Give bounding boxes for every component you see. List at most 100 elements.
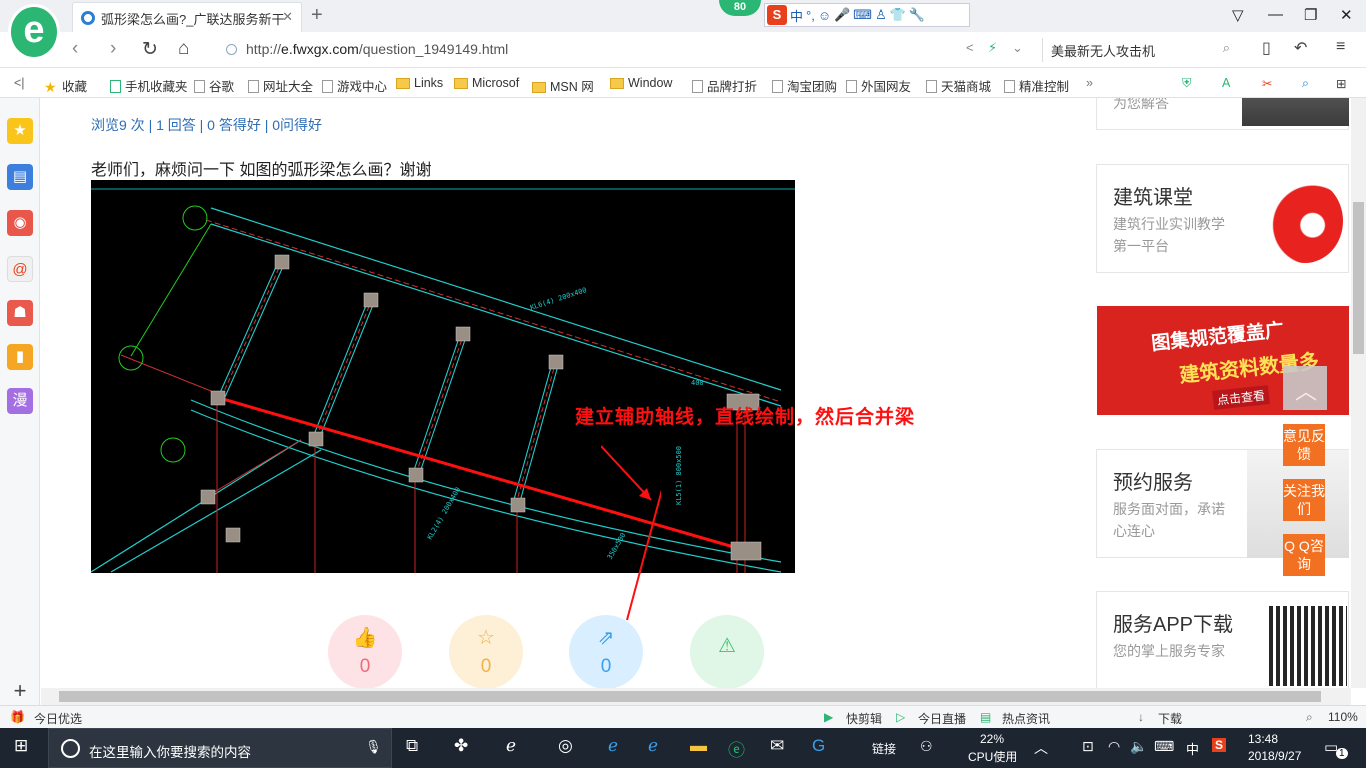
status-news[interactable]: 热点资讯 (1002, 710, 1050, 727)
magnifier-icon[interactable]: ⌕ (1302, 76, 1309, 91)
undo-icon[interactable]: ↶ (1294, 38, 1307, 58)
links-toolbar[interactable]: 链接 (872, 740, 896, 757)
translate-icon[interactable]: A (1222, 76, 1230, 90)
clock-date[interactable]: 2018/9/27 (1248, 749, 1301, 763)
question-stats[interactable]: 浏览9 次 | 1 回答 | 0 答得好 | 0问得好 (91, 115, 322, 135)
zoom-icon[interactable]: ⌕ (1306, 710, 1313, 725)
bookmark-item[interactable]: 手机收藏夹 (110, 76, 188, 95)
search-icon[interactable]: ⌕ (1223, 40, 1230, 56)
share-button[interactable]: ⇗ 0 (569, 615, 643, 688)
add-sidebar-icon[interactable]: + (7, 678, 33, 704)
bookmark-collapse-icon[interactable]: <| (14, 76, 25, 90)
bookmark-item[interactable]: Links (396, 76, 443, 90)
news-hot-icon[interactable]: ▤ (980, 710, 991, 724)
horizontal-scroll-thumb[interactable] (59, 691, 1321, 702)
windows-start-icon[interactable]: ⊞ (14, 736, 28, 756)
file-explorer-icon[interactable]: ▬ (690, 736, 707, 756)
favorites-star-icon[interactable]: ★ (7, 118, 33, 144)
like-button[interactable]: 👍 0 (328, 615, 402, 688)
cortana-icon[interactable] (61, 739, 80, 758)
phone-icon[interactable]: ▯ (1262, 38, 1271, 58)
bookmark-item[interactable]: ★ 收藏 (44, 76, 87, 95)
bookmark-item[interactable]: 天猫商城 (926, 76, 991, 95)
news-icon[interactable]: ▤ (7, 164, 33, 190)
minimize-button[interactable]: — (1268, 6, 1283, 23)
user-icon[interactable]: ♙ (875, 7, 887, 23)
tray-ime[interactable]: 中 (1186, 739, 1199, 758)
ime-lang[interactable]: 中 (790, 6, 803, 25)
bookmark-item[interactable]: MSN 网 (532, 76, 594, 95)
favorite-button[interactable]: ☆ 0 (449, 615, 523, 688)
cad-drawing-image[interactable]: KL6(4) 200x400 400 KL5(1) 800x500 KL2(4)… (91, 180, 795, 573)
task-view-icon[interactable]: ⧉ (406, 736, 418, 756)
network-device-icon[interactable]: ⊡ (1082, 738, 1094, 755)
browser-e-icon[interactable]: ℯ (506, 736, 516, 756)
feedback-button[interactable]: 意见反馈 (1283, 424, 1325, 466)
ie-icon[interactable]: ℯ (648, 736, 658, 756)
vertical-scrollbar[interactable] (1351, 98, 1366, 688)
manga-icon[interactable]: 漫 (7, 388, 33, 414)
skin-icon[interactable]: 👕 (890, 7, 906, 23)
game-icon[interactable]: ☗ (7, 300, 33, 326)
wrench-icon[interactable]: 🔧 (909, 7, 925, 23)
home-icon[interactable]: ⌂ (178, 38, 189, 60)
bookmark-item[interactable]: Microsof (454, 76, 519, 90)
qq-consult-button[interactable]: Q Q咨询 (1283, 534, 1325, 576)
email-icon[interactable]: @ (7, 256, 33, 282)
sogou-tray-icon[interactable]: S (1212, 738, 1227, 752)
live-icon[interactable]: ▷ (896, 710, 905, 724)
wifi-icon[interactable]: ◠ (1108, 738, 1120, 755)
clip-icon[interactable]: ▶ (824, 710, 833, 724)
mic-icon[interactable]: 🎤 (834, 7, 850, 23)
alert-app-icon[interactable]: ◎ (558, 736, 573, 756)
bookmark-item[interactable]: 品牌打折 (692, 76, 757, 95)
tab-close-icon[interactable]: ✕ (282, 9, 293, 25)
tray-expand-icon[interactable]: ︿ (1034, 738, 1048, 758)
address-bar[interactable]: http://e.fwxgx.com/question_1949149.html… (222, 38, 1032, 62)
zoom-level[interactable]: 110% (1328, 710, 1358, 724)
book-icon[interactable]: ▮ (7, 344, 33, 370)
shield-icon[interactable]: ⛨ (1182, 76, 1191, 91)
card-app[interactable]: 服务APP下载 您的掌上服务专家 (1096, 591, 1349, 688)
apps-icon[interactable]: ⊞ (1336, 76, 1346, 91)
bookmark-item[interactable]: 淘宝团购 (772, 76, 837, 95)
taskbar-search[interactable]: 在这里输入你要搜索的内容 🎙 (48, 728, 392, 768)
microphone-icon[interactable]: 🎙 (365, 739, 382, 755)
refresh-icon[interactable]: ↻ (142, 38, 158, 61)
pinwheel-icon[interactable]: ✤ (454, 736, 468, 756)
vertical-scroll-thumb[interactable] (1353, 202, 1364, 354)
status-download[interactable]: 下载 (1158, 710, 1182, 727)
gift-icon[interactable]: 🎁 (10, 710, 25, 724)
search-input[interactable]: 美最新无人攻击机 ⌕ (1042, 38, 1238, 62)
browser-logo-icon[interactable] (8, 4, 60, 60)
forward-icon[interactable]: › (110, 38, 116, 60)
edge-icon[interactable]: ℯ (608, 736, 618, 756)
close-button[interactable]: ✕ (1340, 6, 1353, 24)
people-icon[interactable]: ⚇ (920, 738, 933, 755)
today-picks-link[interactable]: 今日优选 (34, 710, 82, 727)
new-tab-icon[interactable]: + (311, 4, 323, 27)
maximize-button[interactable]: ❐ (1304, 6, 1317, 24)
bookmark-item[interactable]: Window (610, 76, 672, 90)
share-icon[interactable]: < (966, 40, 974, 55)
keyboard-tray-icon[interactable]: ⌨ (1154, 738, 1174, 755)
horizontal-scrollbar[interactable] (41, 688, 1351, 705)
clock-time[interactable]: 13:48 (1248, 732, 1278, 746)
bookmark-item[interactable]: 精准控制 (1004, 76, 1069, 95)
bookmark-item[interactable]: 谷歌 (194, 76, 234, 95)
bookmark-item[interactable]: 游戏中心 (322, 76, 387, 95)
chevron-down-icon[interactable]: ⌄ (1012, 40, 1023, 56)
mail-icon[interactable]: ✉ (770, 736, 784, 756)
security-score-badge[interactable]: 80 (719, 0, 761, 16)
lightning-icon[interactable]: ⚡ (988, 40, 997, 56)
follow-button[interactable]: 关注我们 (1283, 479, 1325, 521)
emoji-icon[interactable]: ☺ (818, 8, 831, 23)
bookmark-item[interactable]: 外国网友 (846, 76, 911, 95)
ad-cta[interactable]: 点击查看 (1212, 385, 1270, 410)
more-bookmarks-icon[interactable]: » (1086, 76, 1093, 90)
scissors-icon[interactable]: ✂ (1262, 76, 1272, 91)
shirt-skin-icon[interactable]: ▽ (1232, 6, 1244, 24)
report-button[interactable]: ⚠ (690, 615, 764, 688)
back-to-top-button[interactable]: ︿ (1283, 366, 1327, 410)
status-clip[interactable]: 快剪辑 (846, 710, 882, 727)
